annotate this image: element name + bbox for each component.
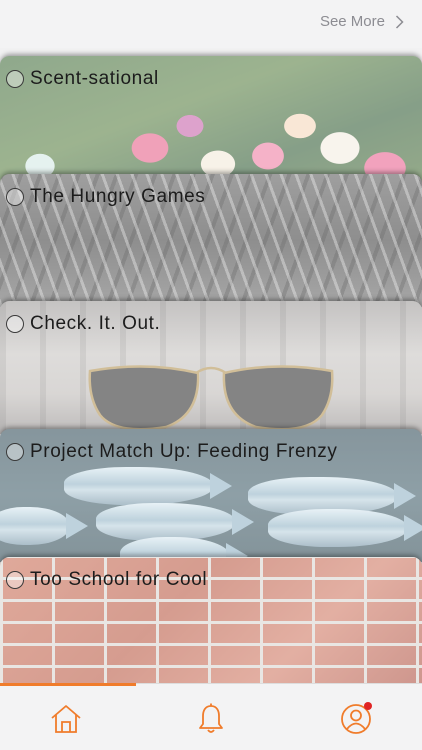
card-title: Too School for Cool [30, 569, 208, 590]
notification-badge [364, 702, 372, 710]
challenge-card[interactable]: Too School for Cool [0, 556, 422, 690]
tab-bar [0, 683, 422, 750]
see-more-label: See More [319, 13, 385, 30]
see-more-link[interactable]: See More [320, 13, 404, 30]
radio-button[interactable] [6, 443, 24, 461]
radio-button[interactable] [6, 188, 24, 206]
radio-button[interactable] [6, 571, 24, 589]
challenge-card[interactable]: Check. It. Out. [0, 300, 422, 434]
challenge-card[interactable]: The Hungry Games [0, 173, 422, 307]
radio-button[interactable] [6, 70, 24, 88]
tab-selected-indicator [0, 683, 136, 686]
card-title: Scent-sational [30, 68, 159, 89]
bell-icon [199, 703, 223, 733]
top-bar: See More [0, 0, 422, 48]
tab-notifications[interactable] [194, 702, 228, 736]
radio-button[interactable] [6, 315, 24, 333]
challenge-card[interactable]: Project Match Up: Feeding Frenzy [0, 428, 422, 562]
home-icon [51, 705, 81, 733]
card-title: Check. It. Out. [30, 313, 161, 334]
chevron-right-icon [395, 14, 404, 29]
card-title: The Hungry Games [30, 186, 206, 207]
tab-profile[interactable] [339, 702, 373, 736]
card-title: Project Match Up: Feeding Frenzy [30, 441, 338, 462]
challenge-card[interactable]: Scent-sational [0, 55, 422, 189]
tab-home[interactable] [49, 702, 83, 736]
